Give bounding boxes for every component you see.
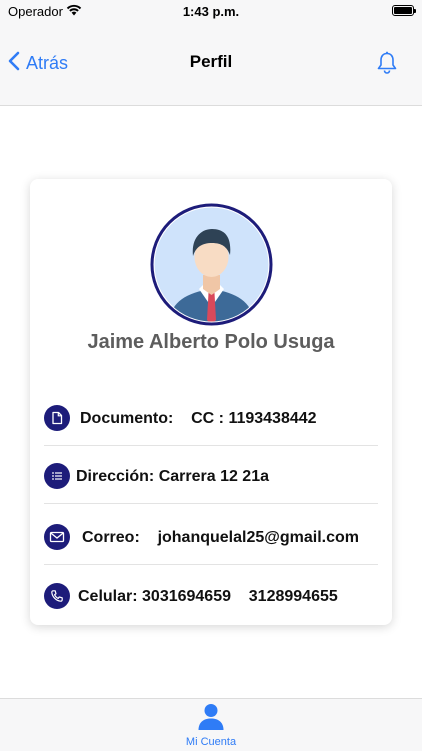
battery-icon — [392, 5, 416, 16]
page-title: Perfil — [189, 52, 233, 71]
document-icon — [44, 405, 70, 431]
avatar — [150, 203, 273, 326]
tab-my-account[interactable]: Mi Cuenta — [161, 703, 261, 749]
tab-label: Mi Cuenta — [185, 736, 237, 748]
email-text: Correo: johanquelal25@gmail.com — [82, 529, 359, 546]
info-row-document: Documento: CC : 1193438442 — [44, 389, 378, 446]
person-icon — [198, 703, 224, 731]
phone-icon — [44, 583, 70, 609]
phone-text: Celular: 3031694659 3128994655 — [78, 588, 338, 605]
document-text: Documento: CC : 1193438442 — [80, 410, 317, 427]
navigation-bar: Atrás Perfil — [0, 24, 422, 106]
tab-bar: Mi Cuenta — [0, 698, 422, 751]
list-icon — [44, 463, 70, 489]
bell-icon[interactable] — [376, 51, 398, 75]
info-row-phone: Celular: 3031694659 3128994655 — [44, 567, 378, 623]
address-text: Dirección: Carrera 12 21a — [76, 468, 269, 485]
profile-name: Jaime Alberto Polo Usuga — [87, 331, 335, 353]
info-row-email: Correo: johanquelal25@gmail.com — [44, 508, 378, 565]
status-time: 1:43 p.m. — [182, 4, 240, 19]
info-row-address: Dirección: Carrera 12 21a — [44, 447, 378, 504]
status-bar: Operador 1:43 p.m. — [0, 0, 422, 24]
profile-card: Jaime Alberto Polo Usuga Documento: CC :… — [30, 179, 392, 625]
mail-icon — [44, 524, 70, 550]
